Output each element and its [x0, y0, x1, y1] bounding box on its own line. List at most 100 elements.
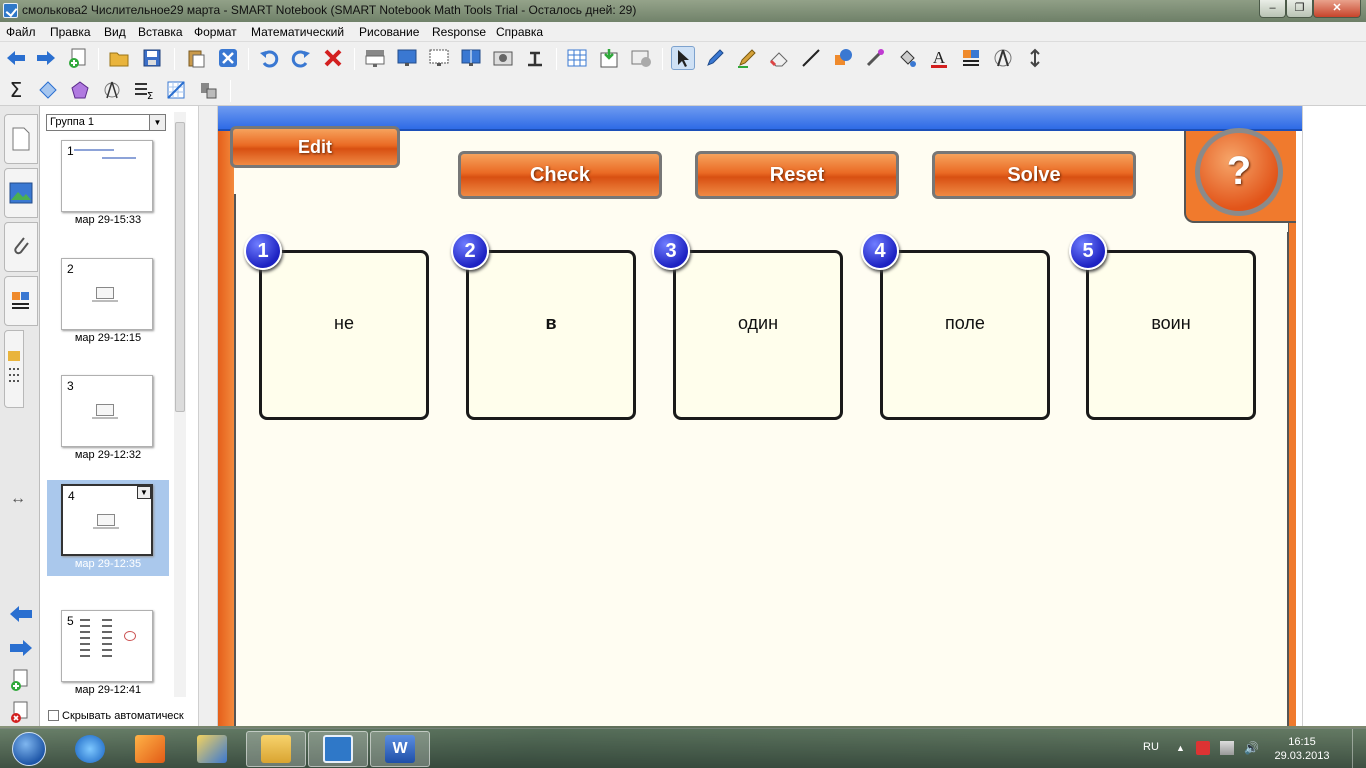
record-icon[interactable] [629, 46, 653, 70]
table-math-icon[interactable]: Σ [132, 78, 156, 102]
previous-page-icon[interactable] [8, 604, 34, 627]
word-icon[interactable]: W [370, 731, 430, 767]
page-sorter-tab[interactable] [4, 114, 38, 164]
gallery-tab[interactable] [4, 168, 38, 218]
reset-button[interactable]: Reset [695, 151, 899, 199]
paste-icon[interactable] [184, 46, 208, 70]
menu-math[interactable]: Математический [251, 25, 344, 39]
clock[interactable]: 16:15 29.03.2013 [1272, 735, 1332, 763]
text-icon[interactable]: A [927, 46, 951, 70]
start-button[interactable] [4, 731, 54, 767]
group-select[interactable]: Группа 1 ▼ [46, 114, 166, 131]
card-number-badge: 2 [451, 232, 489, 270]
show-hidden-icons-icon[interactable]: ▲ [1176, 743, 1185, 753]
measure-icon[interactable] [100, 78, 124, 102]
taskbar: W RU ▲ 🔊 16:15 29.03.2013 [0, 728, 1366, 768]
select-icon[interactable] [671, 46, 695, 70]
panel-splitter[interactable] [198, 106, 218, 726]
compass-icon[interactable] [991, 46, 1015, 70]
menu-draw[interactable]: Рисование [359, 25, 419, 39]
chevron-down-icon[interactable]: ▼ [137, 486, 151, 499]
menu-help[interactable]: Справка [496, 25, 543, 39]
word-card[interactable]: не [259, 250, 429, 420]
move-sidebar-icon[interactable]: ↔ [10, 490, 26, 508]
word-card[interactable]: воин [1086, 250, 1256, 420]
solve-button[interactable]: Solve [932, 151, 1136, 199]
add-page-icon[interactable] [66, 46, 90, 70]
dual-display-icon[interactable] [459, 46, 483, 70]
edit-button[interactable]: Edit [230, 126, 400, 168]
menu-format[interactable]: Формат [194, 25, 237, 39]
internet-explorer-icon[interactable] [60, 731, 120, 767]
shapes-icon[interactable] [831, 46, 855, 70]
delete-page-icon[interactable] [216, 46, 240, 70]
fill-icon[interactable] [895, 46, 919, 70]
full-screen-icon[interactable] [395, 46, 419, 70]
sorter-scrollbar[interactable] [174, 112, 186, 697]
next-page-icon[interactable] [8, 638, 34, 661]
word-card[interactable]: в [466, 250, 636, 420]
chevron-down-icon[interactable]: ▼ [149, 115, 165, 130]
menu-response[interactable]: Response [432, 25, 486, 39]
screen-shade-icon[interactable] [363, 46, 387, 70]
polygon-icon[interactable] [68, 78, 92, 102]
sigma-icon[interactable]: Σ [4, 78, 28, 102]
action-center-icon[interactable] [1196, 741, 1210, 755]
addons-tab[interactable] [4, 330, 24, 408]
math-tools-icon[interactable] [196, 78, 220, 102]
redo-icon[interactable] [289, 46, 313, 70]
page-thumbnail[interactable]: 1 мар 29-15:33 [47, 136, 169, 232]
document-camera-icon[interactable] [523, 46, 547, 70]
smart-notebook-icon[interactable] [308, 731, 368, 767]
show-desktop-button[interactable] [1352, 729, 1366, 768]
language-indicator[interactable]: RU [1143, 741, 1159, 753]
volume-icon[interactable]: 🔊 [1244, 741, 1259, 755]
save-icon[interactable] [140, 46, 164, 70]
whiteboard-canvas[interactable]: Edit Check Reset Solve ? не 1 в 2 один 3… [218, 106, 1302, 726]
line-icon[interactable] [799, 46, 823, 70]
undo-icon[interactable] [257, 46, 281, 70]
properties-icon[interactable] [959, 46, 983, 70]
clock-time: 16:15 [1288, 736, 1316, 748]
pen-icon[interactable] [703, 46, 727, 70]
eraser-icon[interactable] [767, 46, 791, 70]
network-icon[interactable] [1220, 741, 1234, 755]
transparent-background-icon[interactable] [427, 46, 451, 70]
check-button[interactable]: Check [458, 151, 662, 199]
minimize-button[interactable]: ‒ [1259, 0, 1286, 18]
smart-notebook-app-icon[interactable] [3, 3, 18, 18]
geometry-icon[interactable] [36, 78, 60, 102]
creative-pen-icon[interactable] [735, 46, 759, 70]
help-button[interactable]: ? [1195, 128, 1283, 216]
close-button[interactable]: ✕ [1313, 0, 1361, 18]
page-thumbnail[interactable]: 5 мар 29-12:41 [47, 606, 169, 702]
paint-icon[interactable] [182, 731, 242, 767]
attachments-tab[interactable] [4, 222, 38, 272]
media-player-icon[interactable] [120, 731, 180, 767]
graph-icon[interactable] [164, 78, 188, 102]
forward-icon[interactable] [34, 46, 58, 70]
insert-icon[interactable] [597, 46, 621, 70]
page-thumbnail[interactable]: 3 мар 29-12:32 [47, 371, 169, 467]
page-thumbnail-selected[interactable]: 4 ▼ мар 29-12:35 [47, 480, 169, 576]
back-icon[interactable] [4, 46, 28, 70]
magic-pen-icon[interactable] [863, 46, 887, 70]
open-folder-icon[interactable] [107, 46, 131, 70]
delete-page-icon[interactable] [8, 700, 32, 727]
screen-capture-icon[interactable] [491, 46, 515, 70]
properties-tab[interactable] [4, 276, 38, 326]
word-card[interactable]: поле [880, 250, 1050, 420]
menu-insert[interactable]: Вставка [138, 25, 183, 39]
page-thumbnail[interactable]: 2 мар 29-12:15 [47, 254, 169, 350]
more-icon[interactable] [1023, 46, 1047, 70]
explorer-icon[interactable] [246, 731, 306, 767]
menu-edit[interactable]: Правка [50, 25, 91, 39]
add-page-icon[interactable] [8, 668, 32, 695]
autohide-checkbox[interactable]: Скрывать автоматическ [48, 710, 184, 722]
word-card[interactable]: один [673, 250, 843, 420]
menu-file[interactable]: Файл [6, 25, 36, 39]
maximize-button[interactable]: ❐ [1286, 0, 1313, 18]
table-icon[interactable] [565, 46, 589, 70]
delete-icon[interactable] [321, 46, 345, 70]
menu-view[interactable]: Вид [104, 25, 126, 39]
